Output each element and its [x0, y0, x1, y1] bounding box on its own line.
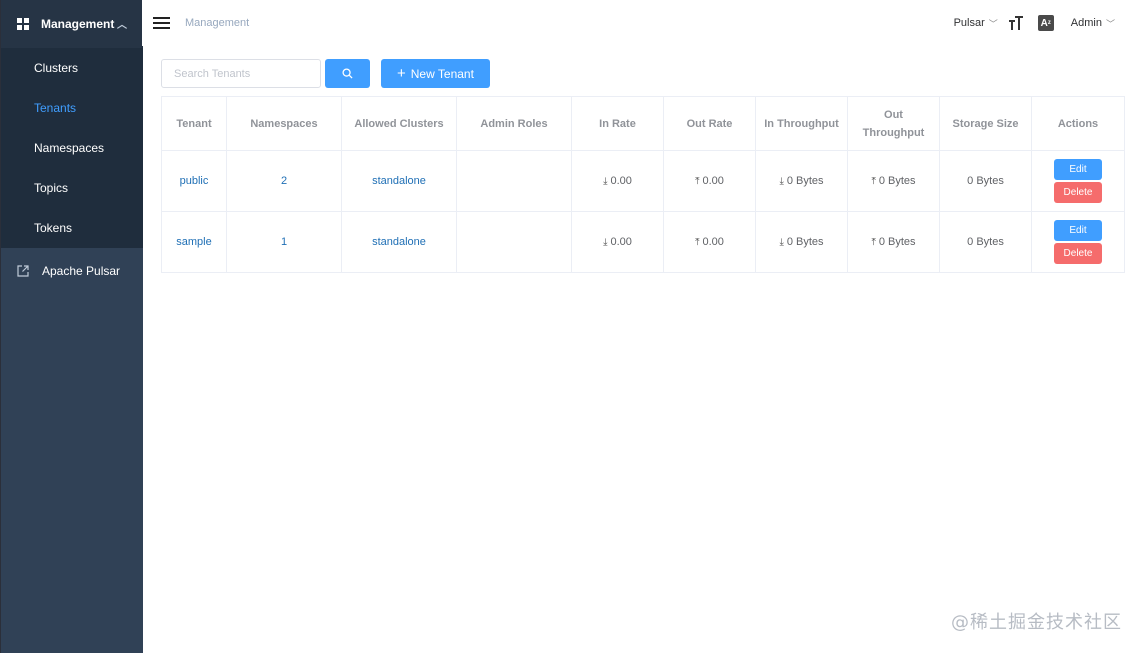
admin-roles-cell — [456, 150, 572, 212]
namespaces-link[interactable]: 2 — [281, 175, 287, 187]
translate-icon[interactable]: Az — [1037, 15, 1054, 31]
download-arrow-icon: ⤓ — [779, 237, 784, 248]
sidebar: Management ︿ Clusters Tenants Namespaces… — [0, 0, 143, 653]
table-header-row: Tenant Namespaces Allowed Clusters Admin… — [161, 96, 1125, 151]
navbar: Management Pulsar ﹀ Az Admin ﹀ — [142, 0, 1141, 46]
sidebar-item-namespaces[interactable]: Namespaces — [1, 128, 143, 168]
tenant-link[interactable]: sample — [176, 236, 211, 248]
font-size-icon[interactable] — [1008, 15, 1024, 31]
hamburger-icon[interactable] — [153, 14, 170, 32]
table-row: public 2 standalone ⤓ 0.00 ⤒ 0.00 ⤓ 0 Bytes… — [161, 150, 1125, 212]
download-arrow-icon: ⤓ — [603, 237, 608, 248]
sidebar-item-tenants[interactable]: Tenants — [1, 88, 143, 128]
menu-management[interactable]: Management ︿ — [1, 0, 143, 48]
cluster-link[interactable]: standalone — [372, 175, 426, 187]
menu-management-label: Management — [41, 17, 115, 31]
storage-size-cell: 0 Bytes — [939, 150, 1032, 212]
chevron-down-icon: ﹀ — [988, 18, 998, 29]
upload-arrow-icon: ⤒ — [871, 176, 876, 187]
breadcrumb: Management — [185, 17, 250, 29]
upload-arrow-icon: ⤒ — [695, 176, 700, 187]
plus-icon: + — [397, 65, 406, 82]
column-header: Namespaces — [226, 96, 342, 151]
out-throughput-cell: ⤒ 0 Bytes — [847, 211, 940, 273]
download-arrow-icon: ⤓ — [779, 176, 784, 187]
column-header: In Throughput — [755, 96, 848, 151]
grid-icon — [17, 18, 29, 30]
admin-roles-cell — [456, 211, 572, 273]
delete-button[interactable]: Delete — [1054, 243, 1102, 264]
delete-button[interactable]: Delete — [1054, 182, 1102, 203]
column-header: Admin Roles — [456, 96, 572, 151]
user-label: Admin — [1070, 17, 1102, 29]
in-rate-cell: ⤓ 0.00 — [571, 211, 664, 273]
column-header: Storage Size — [939, 96, 1032, 151]
edit-button[interactable]: Edit — [1054, 220, 1102, 241]
download-arrow-icon: ⤓ — [603, 176, 608, 187]
out-throughput-cell: ⤒ 0 Bytes — [847, 150, 940, 212]
upload-arrow-icon: ⤒ — [695, 237, 700, 248]
sidebar-item-apache-pulsar[interactable]: Apache Pulsar — [1, 248, 143, 294]
table-row: sample 1 standalone ⤓ 0.00 ⤒ 0.00 ⤓ 0 Bytes… — [161, 211, 1125, 273]
out-rate-cell: ⤒ 0.00 — [663, 150, 756, 212]
management-submenu: Clusters Tenants Namespaces Topics Token… — [1, 48, 143, 248]
sidebar-item-topics[interactable]: Topics — [1, 168, 143, 208]
apache-pulsar-label: Apache Pulsar — [42, 264, 121, 278]
environment-label: Pulsar — [953, 17, 985, 29]
actions-cell: Edit Delete — [1031, 150, 1125, 212]
in-rate-cell: ⤓ 0.00 — [571, 150, 664, 212]
tenant-link[interactable]: public — [180, 175, 209, 187]
in-throughput-cell: ⤓ 0 Bytes — [755, 211, 848, 273]
column-header: In Rate — [571, 96, 664, 151]
column-header: Actions — [1031, 96, 1125, 151]
column-header: Tenant — [161, 96, 227, 151]
search-button[interactable] — [325, 59, 370, 88]
search-input[interactable] — [161, 59, 321, 88]
storage-size-cell: 0 Bytes — [939, 211, 1032, 273]
toolbar: + New Tenant — [161, 59, 490, 88]
external-link-icon — [17, 265, 29, 277]
namespaces-link[interactable]: 1 — [281, 236, 287, 248]
sidebar-item-clusters[interactable]: Clusters — [1, 48, 143, 88]
new-tenant-label: New Tenant — [410, 66, 474, 81]
in-throughput-cell: ⤓ 0 Bytes — [755, 150, 848, 212]
watermark: @稀土掘金技术社区 — [951, 612, 1122, 633]
out-rate-cell: ⤒ 0.00 — [663, 211, 756, 273]
upload-arrow-icon: ⤒ — [871, 237, 876, 248]
navbar-right: Pulsar ﹀ Az Admin ﹀ — [954, 15, 1141, 31]
user-dropdown[interactable]: Admin ﹀ — [1071, 17, 1115, 30]
chevron-up-icon: ︿ — [117, 19, 127, 31]
edit-button[interactable]: Edit — [1054, 159, 1102, 180]
column-header: Out Throughput — [847, 96, 940, 151]
chevron-down-icon: ﹀ — [1105, 18, 1115, 29]
column-header: Out Rate — [663, 96, 756, 151]
column-header: Allowed Clusters — [341, 96, 457, 151]
sidebar-item-tokens[interactable]: Tokens — [1, 208, 143, 248]
cluster-link[interactable]: standalone — [372, 236, 426, 248]
tenants-table: Tenant Namespaces Allowed Clusters Admin… — [161, 96, 1125, 273]
search-icon — [342, 68, 353, 79]
actions-cell: Edit Delete — [1031, 211, 1125, 273]
new-tenant-button[interactable]: + New Tenant — [381, 59, 490, 88]
environment-dropdown[interactable]: Pulsar ﹀ — [954, 17, 998, 30]
